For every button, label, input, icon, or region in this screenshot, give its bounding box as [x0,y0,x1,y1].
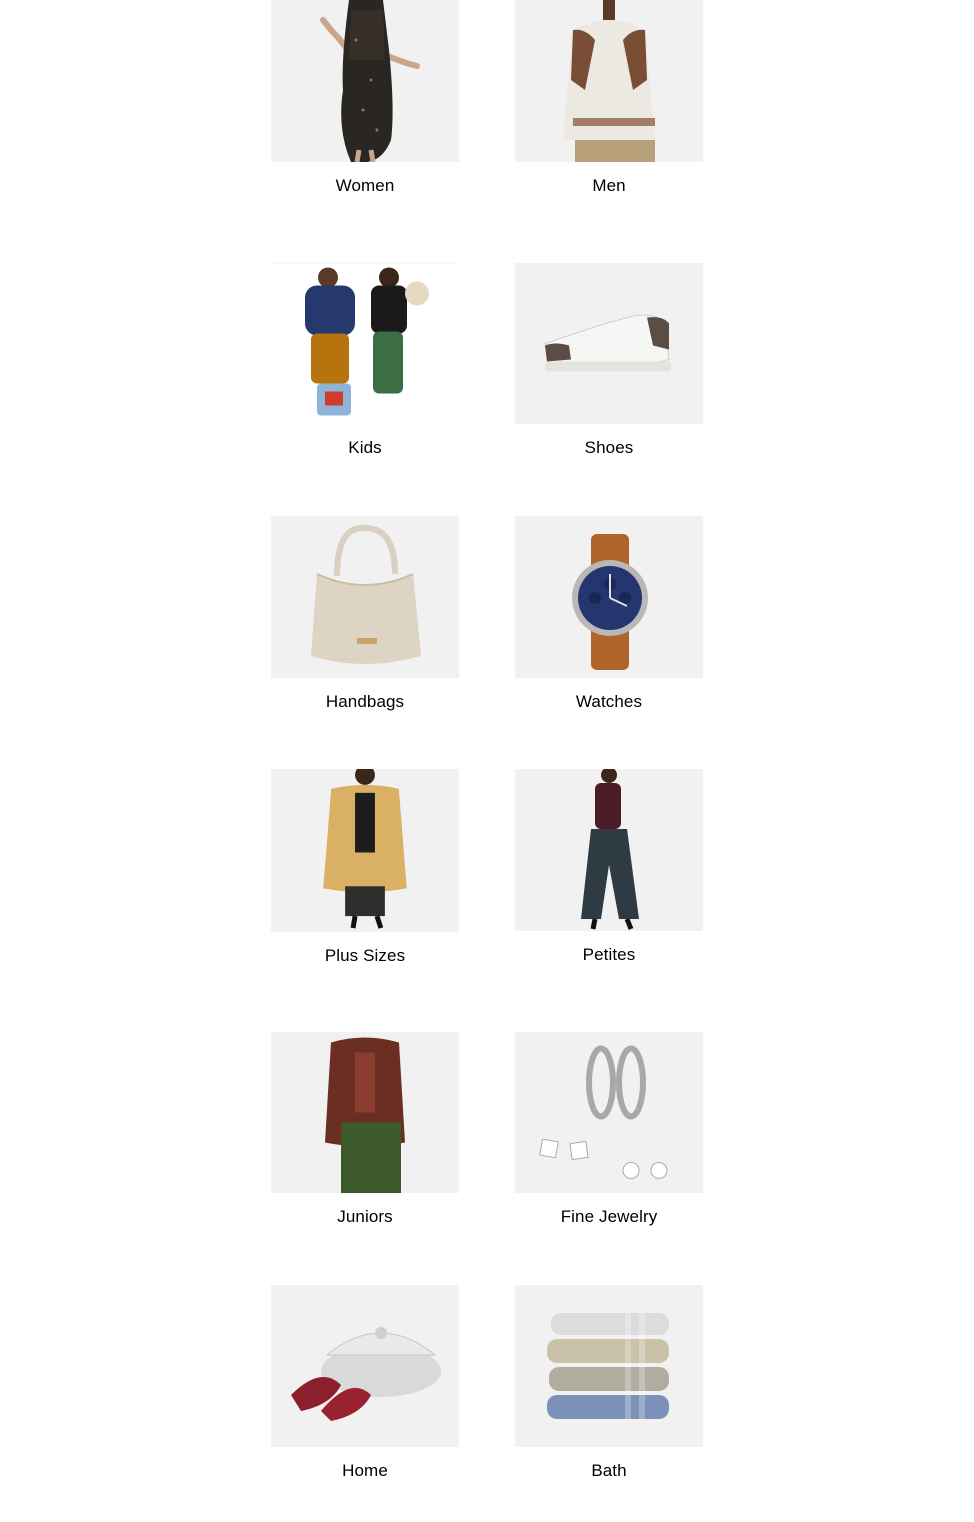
plus-sizes-image [271,769,459,932]
category-tile-petites[interactable]: Petites [515,769,703,965]
category-label: Plus Sizes [324,946,406,965]
category-tile-shoes[interactable]: Shoes [515,263,703,458]
category-label: Fine Jewelry [560,1207,658,1226]
handbag-image [271,516,459,678]
watch-image [515,516,703,678]
category-label: Handbags [325,692,405,711]
jewelry-image [515,1032,703,1193]
category-label: Shoes [584,438,634,457]
category-label: Bath [591,1461,627,1480]
category-tile-bath[interactable]: Bath [515,1285,703,1481]
category-tile-plus-sizes[interactable]: Plus Sizes [271,769,459,966]
sneaker-image [515,263,703,424]
category-label: Kids [348,438,382,457]
category-tile-watches[interactable]: Watches [515,516,703,712]
petites-image [515,769,703,931]
juniors-image [271,1032,459,1193]
category-tile-women[interactable]: Women [271,0,459,196]
category-label: Women [335,176,395,195]
men-sweater-image [515,0,703,162]
category-label: Men [592,176,626,195]
category-tile-home[interactable]: Home [271,1285,459,1481]
towels-image [515,1285,703,1447]
category-tile-juniors[interactable]: Juniors [271,1032,459,1227]
category-tile-men[interactable]: Men [515,0,703,196]
category-tile-kids[interactable]: Kids [271,263,459,458]
category-label: Juniors [337,1207,393,1226]
women-dress-image [271,0,459,162]
category-label: Watches [575,692,643,711]
kids-image [271,263,459,424]
category-label: Home [342,1461,388,1480]
category-label: Petites [582,945,636,964]
category-tile-fine-jewelry[interactable]: Fine Jewelry [515,1032,703,1227]
roaster-image [271,1285,459,1447]
category-tile-handbags[interactable]: Handbags [271,516,459,712]
